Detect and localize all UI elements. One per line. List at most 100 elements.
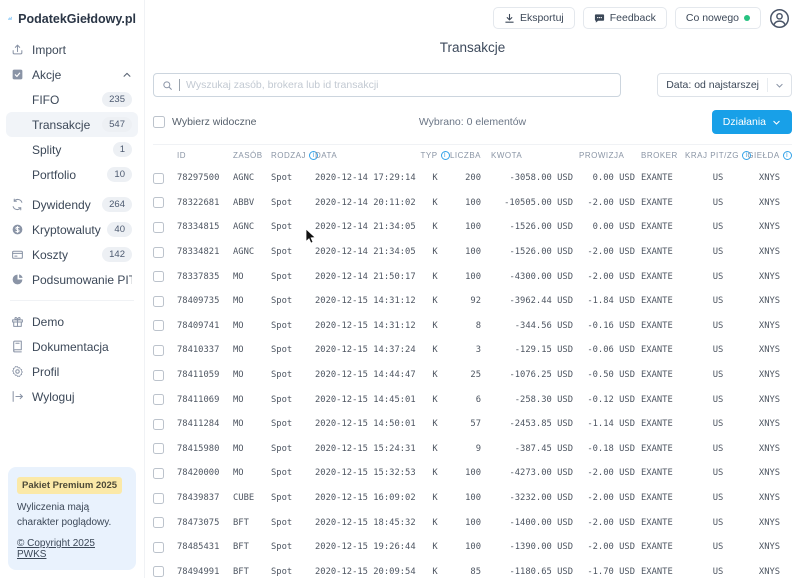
- table-row[interactable]: 78494991BFTSpot2020-12-15 20:09:54K85-11…: [153, 560, 792, 578]
- bar-chart-logo-icon: [8, 10, 12, 27]
- row-checkbox[interactable]: [153, 222, 164, 233]
- row-checkbox-cell: [153, 419, 177, 430]
- table-row[interactable]: 78410337MOSpot2020-12-15 14:37:24K3-129.…: [153, 338, 792, 363]
- row-checkbox[interactable]: [153, 320, 164, 331]
- sidebar-item-splity[interactable]: Splity1: [6, 137, 138, 162]
- row-checkbox[interactable]: [153, 173, 164, 184]
- row-checkbox[interactable]: [153, 271, 164, 282]
- whats-new-button[interactable]: Co nowego: [675, 7, 761, 29]
- table-row[interactable]: 78411284MOSpot2020-12-15 14:50:01K57-245…: [153, 412, 792, 437]
- cell-rodzaj: Spot: [271, 173, 315, 183]
- table-row[interactable]: 78337835MOSpot2020-12-14 21:50:17K100-43…: [153, 264, 792, 289]
- sidebar-item-podsumowanie-pit-38[interactable]: Podsumowanie PIT-38: [6, 267, 138, 292]
- cell-gielda: XNYS: [747, 247, 792, 257]
- row-checkbox[interactable]: [153, 419, 164, 430]
- sidebar-item-fifo[interactable]: FIFO235: [6, 87, 138, 112]
- chevron-up-icon[interactable]: [122, 70, 132, 80]
- table-row[interactable]: 78415980MOSpot2020-12-15 15:24:31K9-387.…: [153, 437, 792, 462]
- main-content: Transakcje Data: od najstarszej Wybierz …: [145, 30, 800, 578]
- cell-liczba: 100: [451, 272, 489, 282]
- column-header-id[interactable]: ID: [177, 151, 233, 160]
- column-header-liczba[interactable]: LICZBA: [451, 151, 489, 160]
- search-box[interactable]: [153, 73, 621, 97]
- import-icon: [10, 42, 25, 57]
- sidebar-item-label: Portfolio: [32, 168, 107, 182]
- chevron-down-icon[interactable]: [768, 81, 791, 90]
- row-checkbox[interactable]: [153, 493, 164, 504]
- cell-gielda: XNYS: [747, 493, 792, 503]
- sidebar-item-profil[interactable]: Profil: [6, 359, 138, 384]
- sidebar-item-akcje[interactable]: Akcje: [6, 62, 138, 87]
- column-header-kwota[interactable]: KWOTA: [489, 151, 577, 160]
- column-header-gielda[interactable]: GIEŁDAi: [747, 151, 792, 160]
- sidebar-item-wyloguj[interactable]: Wyloguj: [6, 384, 138, 409]
- actions-button[interactable]: Działania: [712, 110, 792, 134]
- select-visible-checkbox-wrap[interactable]: Wybierz widoczne: [153, 116, 419, 128]
- cell-data: 2020-12-15 15:32:53: [315, 468, 419, 478]
- sidebar-item-dokumentacja[interactable]: Dokumentacja: [6, 334, 138, 359]
- sidebar-item-dywidendy[interactable]: Dywidendy264: [6, 192, 138, 217]
- sort-dropdown[interactable]: Data: od najstarszej: [657, 73, 792, 97]
- row-checkbox[interactable]: [153, 247, 164, 258]
- row-checkbox-cell: [153, 173, 177, 184]
- table-row[interactable]: 78485431BFTSpot2020-12-15 19:26:44K100-1…: [153, 535, 792, 560]
- cell-prowizja: -0.06 USD: [577, 345, 639, 355]
- cell-typ: K: [419, 272, 451, 282]
- copyright-link[interactable]: © Copyright 2025 PWKS: [17, 538, 95, 560]
- table-row[interactable]: 78420000MOSpot2020-12-15 15:32:53K100-42…: [153, 461, 792, 486]
- cell-kwota: -4300.00 USD: [489, 272, 577, 282]
- column-header-typ[interactable]: TYPi: [419, 151, 451, 160]
- table-row[interactable]: 78334815AGNCSpot2020-12-14 21:34:05K100-…: [153, 215, 792, 240]
- cell-rodzaj: Spot: [271, 296, 315, 306]
- sidebar-item-transakcje[interactable]: Transakcje547: [6, 112, 138, 137]
- cell-typ: K: [419, 247, 451, 257]
- column-header-data[interactable]: DATA: [315, 151, 419, 160]
- dividends-icon: [10, 197, 25, 212]
- row-checkbox[interactable]: [153, 345, 164, 356]
- column-header-broker[interactable]: BROKER: [639, 151, 689, 160]
- user-avatar[interactable]: [769, 8, 790, 29]
- cell-zasob: MO: [233, 370, 271, 380]
- table-row[interactable]: 78409741MOSpot2020-12-15 14:31:12K8-344.…: [153, 314, 792, 339]
- column-header-zasob[interactable]: ZASÓB: [233, 151, 271, 160]
- cell-liczba: 100: [451, 518, 489, 528]
- table-row[interactable]: 78439837CUBESpot2020-12-15 16:09:02K100-…: [153, 486, 792, 511]
- sidebar-item-portfolio[interactable]: Portfolio10: [6, 162, 138, 187]
- cell-gielda: XNYS: [747, 222, 792, 232]
- row-checkbox[interactable]: [153, 468, 164, 479]
- row-checkbox[interactable]: [153, 566, 164, 577]
- sidebar-item-kryptowaluty[interactable]: Kryptowaluty40: [6, 217, 138, 242]
- table-row[interactable]: 78473075BFTSpot2020-12-15 18:45:32K100-1…: [153, 510, 792, 535]
- app-logo[interactable]: PodatekGiełdowy.pl: [0, 8, 144, 37]
- info-icon[interactable]: i: [441, 151, 450, 160]
- search-input[interactable]: [186, 79, 612, 91]
- table-row[interactable]: 78334821AGNCSpot2020-12-14 21:34:05K100-…: [153, 240, 792, 265]
- new-indicator-dot: [744, 15, 750, 21]
- sidebar-item-demo[interactable]: Demo: [6, 309, 138, 334]
- cell-liczba: 85: [451, 567, 489, 577]
- cell-liczba: 6: [451, 395, 489, 405]
- row-checkbox[interactable]: [153, 296, 164, 307]
- feedback-button[interactable]: Feedback: [583, 7, 667, 29]
- cell-id: 78410337: [177, 345, 233, 355]
- table-row[interactable]: 78322681ABBVSpot2020-12-14 20:11:02K100-…: [153, 191, 792, 216]
- table-row[interactable]: 78409735MOSpot2020-12-15 14:31:12K92-396…: [153, 289, 792, 314]
- cell-kraj-pit-zg: US: [689, 173, 747, 183]
- sidebar-item-import[interactable]: Import: [6, 37, 138, 62]
- column-header-rodzaj[interactable]: RODZAJi: [271, 151, 315, 160]
- column-header-prowizja[interactable]: PROWIZJA: [577, 151, 639, 160]
- row-checkbox[interactable]: [153, 370, 164, 381]
- export-button[interactable]: Eksportuj: [493, 7, 575, 29]
- column-header-kraj-pit-zg[interactable]: KRAJ PIT/ZGi: [689, 151, 747, 160]
- row-checkbox[interactable]: [153, 542, 164, 553]
- info-icon[interactable]: i: [783, 151, 792, 160]
- row-checkbox[interactable]: [153, 517, 164, 528]
- row-checkbox[interactable]: [153, 197, 164, 208]
- row-checkbox[interactable]: [153, 443, 164, 454]
- select-visible-checkbox[interactable]: [153, 116, 165, 128]
- table-row[interactable]: 78411069MOSpot2020-12-15 14:45:01K6-258.…: [153, 387, 792, 412]
- sidebar-item-koszty[interactable]: Koszty142: [6, 242, 138, 267]
- table-row[interactable]: 78297500AGNCSpot2020-12-14 17:29:14K200-…: [153, 166, 792, 191]
- row-checkbox[interactable]: [153, 394, 164, 405]
- table-row[interactable]: 78411059MOSpot2020-12-15 14:44:47K25-107…: [153, 363, 792, 388]
